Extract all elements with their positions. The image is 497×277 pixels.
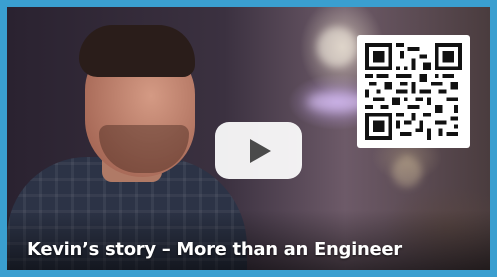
speaker-hair <box>79 25 195 77</box>
background-light <box>317 27 357 67</box>
background-light <box>392 157 422 187</box>
video-thumbnail[interactable]: Kevin’s story – More than an Engineer <box>7 7 490 270</box>
video-title[interactable]: Kevin’s story – More than an Engineer <box>27 239 402 260</box>
play-icon <box>250 139 271 163</box>
qr-code <box>357 35 470 148</box>
video-frame: Kevin’s story – More than an Engineer <box>0 0 497 277</box>
play-button[interactable] <box>215 122 302 179</box>
qr-code-icon <box>365 43 462 140</box>
